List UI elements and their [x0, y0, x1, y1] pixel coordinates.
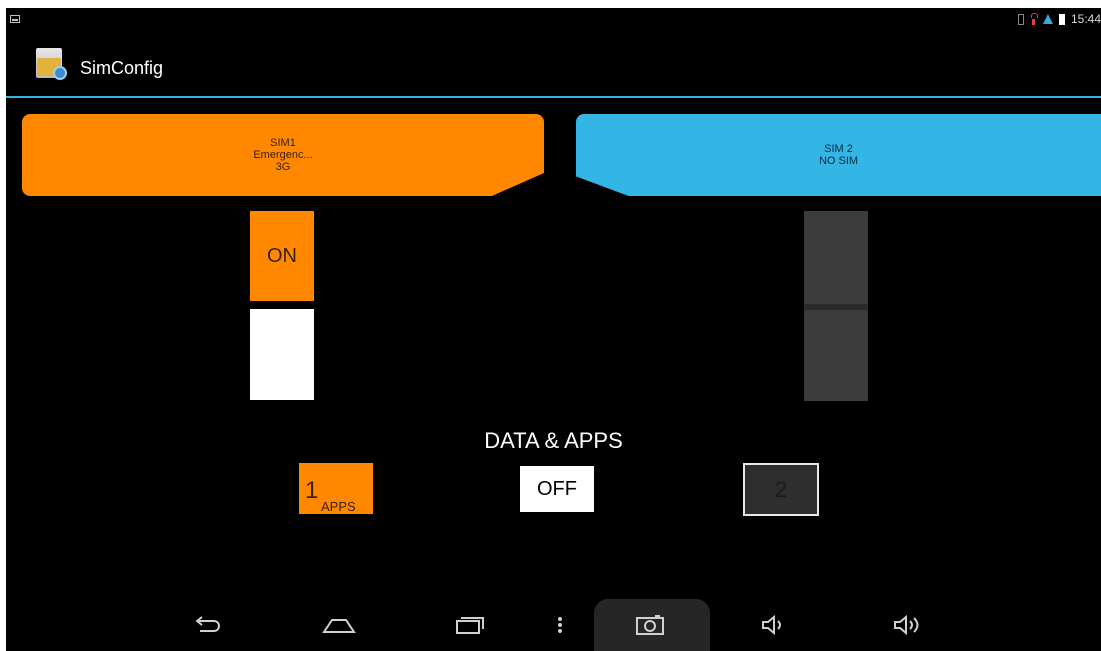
sim2-name: SIM 2 [824, 143, 853, 155]
sim1-apps-label: APPS [321, 499, 356, 514]
sim1-name: SIM1 [270, 137, 296, 149]
status-icons: 15:44 [1017, 11, 1101, 27]
sim2-toggle-on[interactable] [804, 211, 868, 304]
sim1-operator: Emergenc... [253, 149, 313, 161]
volume-up-icon[interactable] [886, 599, 930, 651]
home-icon[interactable] [316, 599, 362, 651]
screenshot-icon[interactable] [628, 599, 672, 651]
recents-icon[interactable] [448, 599, 492, 651]
navigation-bar [6, 599, 1101, 651]
gear-icon [53, 66, 67, 80]
wifi-icon [1042, 14, 1053, 24]
device-screen: 15:44 SimConfig SIM1 Emergenc... 3G SIM … [6, 8, 1101, 651]
status-bar: 15:44 [6, 8, 1101, 30]
sim1-toggle-off[interactable] [250, 309, 314, 400]
sim2-toggle-off[interactable] [804, 310, 868, 401]
sim1-apps-number: 1 [305, 477, 319, 504]
sim2-status: NO SIM [818, 155, 859, 167]
back-icon[interactable] [186, 599, 230, 651]
volume-down-icon[interactable] [754, 599, 794, 651]
action-bar: SimConfig [6, 30, 1101, 96]
sim2-toggle[interactable] [804, 211, 868, 401]
sim1-network-type: 3G [275, 161, 291, 173]
app-title: SimConfig [80, 58, 164, 78]
simconfig-app-icon[interactable] [36, 46, 68, 82]
action-bar-divider [6, 96, 1101, 98]
battery-icon [1058, 13, 1065, 25]
data-off-button[interactable]: OFF [520, 466, 594, 512]
sim-icon [1017, 13, 1024, 25]
sim2-card[interactable]: SIM 2 NO SIM [576, 114, 1101, 196]
sim1-toggle[interactable]: ON [250, 211, 314, 400]
data-apps-title: DATA & APPS [484, 428, 623, 453]
sim1-apps-button[interactable]: 1 APPS [299, 463, 373, 514]
menu-icon[interactable] [550, 599, 570, 651]
warning-icon [1030, 13, 1038, 25]
sim1-toggle-on[interactable]: ON [250, 211, 314, 301]
sim1-card[interactable]: SIM1 Emergenc... 3G [22, 114, 544, 196]
notification-icon [10, 15, 20, 23]
sim2-apps-button[interactable]: 2 [743, 463, 819, 516]
status-time: 15:44 [1070, 12, 1101, 26]
